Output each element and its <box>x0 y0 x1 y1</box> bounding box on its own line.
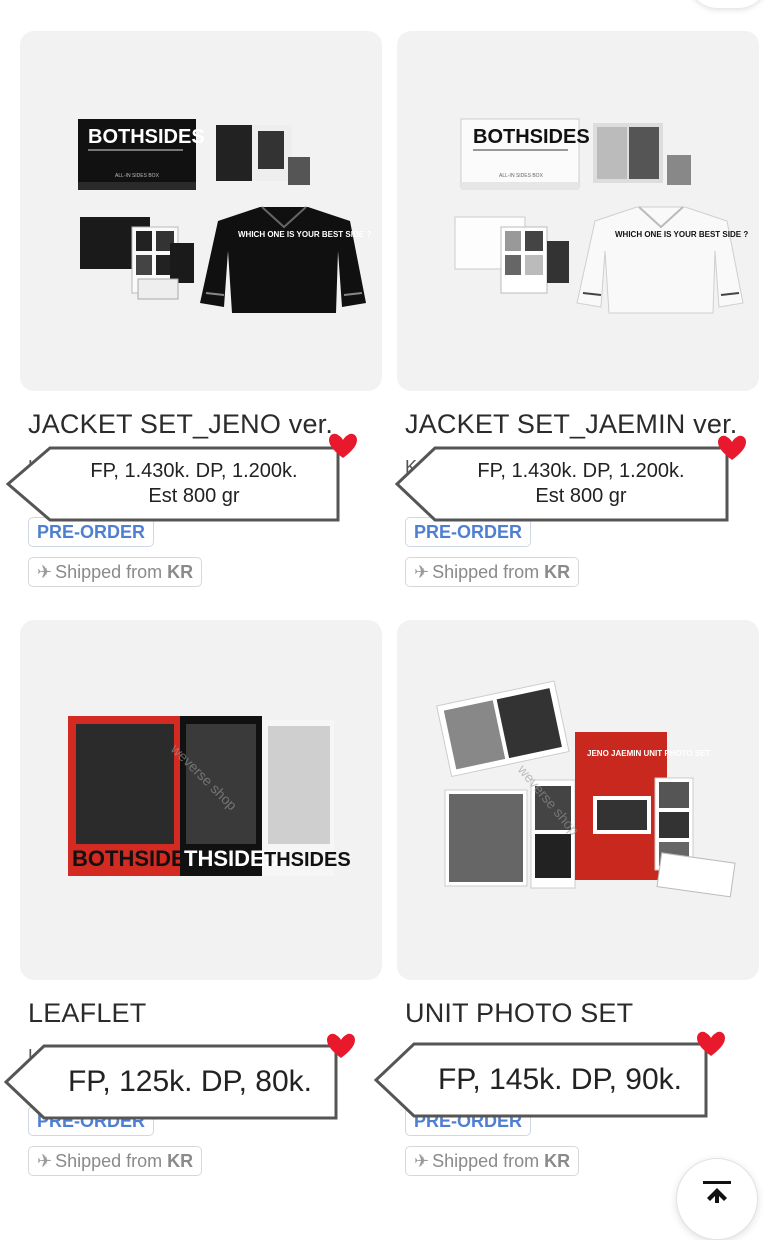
price-tag-jaemin: FP, 1.430k. DP, 1.200k. Est 800 gr <box>393 432 749 526</box>
price-tag-jeno: FP, 1.430k. DP, 1.200k. Est 800 gr <box>4 432 360 526</box>
product-image-leaflet[interactable]: BOTHSIDES THSIDES THSIDES weverse shop <box>20 620 382 980</box>
jacket-print: WHICH ONE IS YOUR BEST SIDE ? <box>615 230 748 239</box>
envelope-title: JENO JAEMIN UNIT PHOTO SET <box>587 749 711 758</box>
price-tag-unit-photo-set: FP, 145k. DP, 90k. <box>372 1028 728 1122</box>
price-line: FP, 1.430k. DP, 1.200k. <box>477 460 685 482</box>
price-line: FP, 145k. DP, 90k. <box>437 1063 683 1097</box>
product-title[interactable]: LEAFLET <box>28 998 146 1029</box>
price-tag-leaflet: FP, 125k. DP, 80k. <box>2 1030 358 1124</box>
airplane-icon: ✈ <box>414 562 430 582</box>
jacket-print: WHICH ONE IS YOUR BEST SIDE ? <box>238 230 371 239</box>
shipping-prefix: Shipped from <box>432 1151 545 1171</box>
box-title: BOTHSIDES <box>88 126 205 148</box>
product-image-unit-photo-set[interactable]: JENO JAEMIN UNIT PHOTO SET weverse shop <box>397 620 759 980</box>
shipping-country: KR <box>544 562 571 582</box>
product-card-unit-photo-set[interactable]: JENO JAEMIN UNIT PHOTO SET weverse shop … <box>397 620 759 1176</box>
top-edge-button[interactable] <box>688 0 768 8</box>
airplane-icon: ✈ <box>37 1151 53 1171</box>
product-image-jaemin-jacket-set[interactable]: BOTHSIDES ALL-IN SIDES BOX WHICH ONE IS … <box>397 31 759 391</box>
shipping-prefix: Shipped from <box>432 562 545 582</box>
product-card-leaflet[interactable]: BOTHSIDES THSIDES THSIDES weverse shop L… <box>20 620 382 1176</box>
product-card-jeno[interactable]: BOTHSIDES ALL-IN SIDES BOX WHICH ONE IS … <box>20 31 382 587</box>
poster-text-1: BOTHSIDES <box>72 846 200 871</box>
shipping-badge: ✈ Shipped from KR <box>28 1146 203 1176</box>
airplane-icon: ✈ <box>37 562 53 582</box>
scroll-to-top-button[interactable] <box>676 1158 758 1240</box>
box-title: BOTHSIDES <box>473 126 590 148</box>
shipping-country: KR <box>167 1151 194 1171</box>
product-image-jeno-jacket-set[interactable]: BOTHSIDES ALL-IN SIDES BOX WHICH ONE IS … <box>20 31 382 391</box>
price-line: FP, 1.430k. DP, 1.200k. <box>90 460 298 482</box>
shipping-badge: ✈ Shipped from KR <box>28 557 203 587</box>
shipping-country: KR <box>544 1151 571 1171</box>
product-title[interactable]: UNIT PHOTO SET <box>405 998 633 1029</box>
shipping-country: KR <box>167 562 194 582</box>
airplane-icon: ✈ <box>414 1151 430 1171</box>
box-label: ALL-IN SIDES BOX <box>499 173 544 179</box>
shipping-prefix: Shipped from <box>55 1151 168 1171</box>
box-label: ALL-IN SIDES BOX <box>115 173 160 179</box>
poster-text-3: THSIDES <box>264 849 351 871</box>
price-line: FP, 125k. DP, 80k. <box>67 1065 313 1099</box>
weight-line: Est 800 gr <box>148 485 240 507</box>
shipping-prefix: Shipped from <box>55 562 168 582</box>
shipping-badge: ✈ Shipped from KR <box>405 1146 580 1176</box>
weight-line: Est 800 gr <box>535 485 627 507</box>
product-card-jaemin[interactable]: BOTHSIDES ALL-IN SIDES BOX WHICH ONE IS … <box>397 31 759 587</box>
shipping-badge: ✈ Shipped from KR <box>405 557 580 587</box>
